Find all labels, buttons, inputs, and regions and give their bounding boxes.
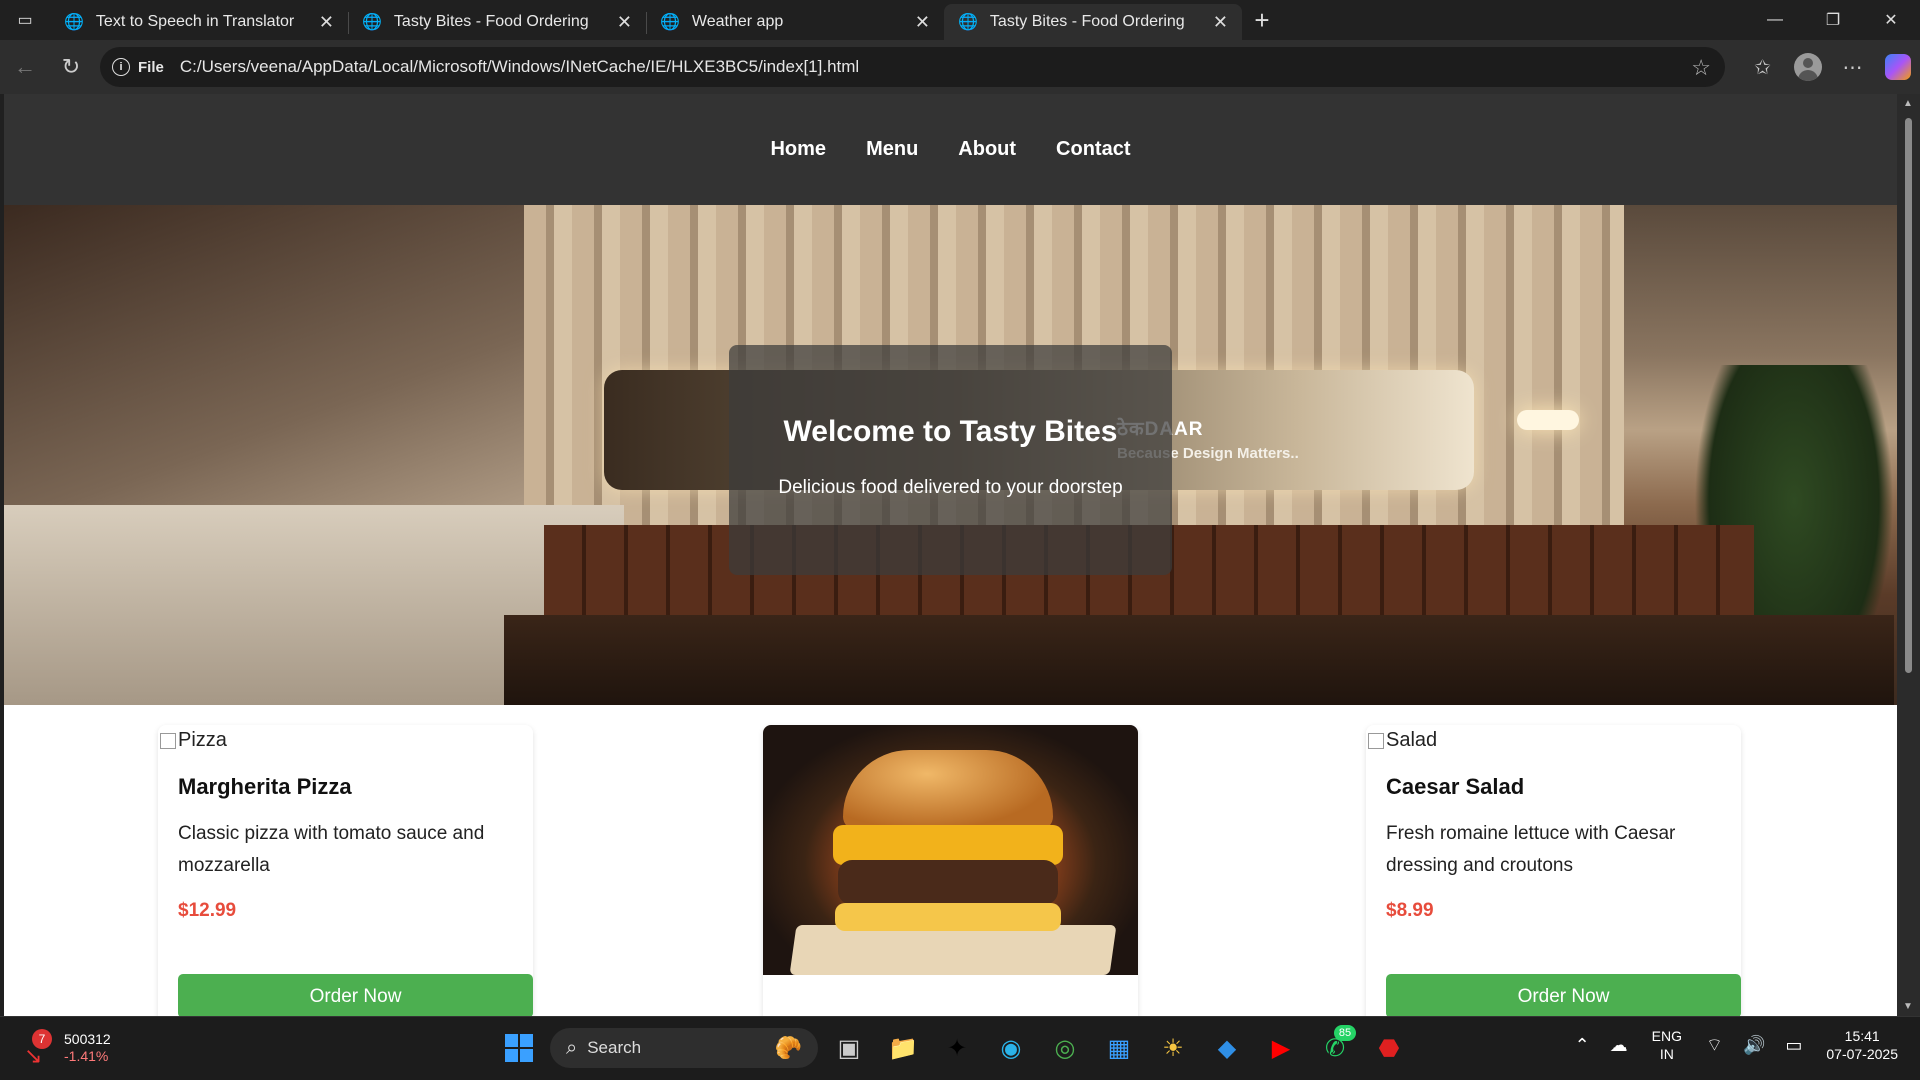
stock-value: 500312 [64,1031,111,1047]
taskbar: ↘ 7 500312 -1.41% ⌕ Search 🥐 ▣ 📁 ✦ ◉ ◎ ▦ ☀ ◆… [0,1016,1920,1080]
card-title: Caesar Salad [1386,774,1525,799]
search-icon: ⌕ [566,1036,578,1059]
back-icon[interactable]: ← [2,47,48,87]
address-bar-row: ← ↻ i File C:/Users/veena/AppData/Local/M… [0,40,1920,94]
card-price: $12.99 [178,900,237,921]
hero-subtitle: Delicious food delivered to your doorste… [778,477,1123,498]
tab-title: Tasty Bites - Food Ordering [989,13,1185,30]
url-text: C:/Users/veena/AppData/Local/Microsoft/W… [179,57,860,76]
start-button[interactable] [496,1025,542,1071]
language-indicator[interactable]: ENG IN [1652,1027,1682,1063]
broken-image: Salad [1366,725,1741,752]
menu-card-burger [763,725,1138,1016]
stock-badge: 7 [32,1029,52,1049]
taskbar-search[interactable]: ⌕ Search 🥐 [550,1028,818,1068]
broken-image: Pizza [158,725,533,752]
new-tab-button[interactable]: + [1242,0,1282,40]
info-icon: i [112,58,130,76]
minimize-icon[interactable]: ― [1746,0,1804,40]
wifi-icon[interactable]: ⌔ [1706,1034,1723,1057]
menu-card-pizza: Pizza Margherita Pizza Classic pizza wit… [158,725,533,1016]
card-description: Classic pizza with tomato sauce and mozz… [178,823,485,876]
scroll-down-icon[interactable]: ▼ [1903,1001,1913,1012]
card-price: $8.99 [1386,900,1434,921]
page-viewport: Home Menu About Contact ठेकDAAR Because … [4,94,1897,1016]
chevron-up-icon[interactable]: ⌃ [1575,1035,1590,1056]
order-now-button[interactable]: Order Now [178,974,533,1016]
tab-tasty-bites-active[interactable]: 🌐 Tasty Bites - Food Ordering ✕ [944,4,1242,40]
whatsapp-icon[interactable]: ✆ 85 [1312,1025,1358,1071]
close-tab-icon[interactable]: ✕ [915,12,930,33]
close-tab-icon[interactable]: ✕ [319,12,334,33]
volume-icon[interactable]: 🔊 [1743,1035,1765,1056]
close-window-icon[interactable]: ✕ [1862,0,1920,40]
avatar [1793,53,1822,81]
whatsapp-badge: 85 [1334,1025,1356,1041]
site-navbar: Home Menu About Contact [4,94,1897,205]
favorite-star-icon[interactable]: ☆ [1691,55,1711,81]
more-options-icon[interactable]: ⋯ [1830,47,1875,87]
nav-home[interactable]: Home [770,138,826,161]
burger-image [763,725,1138,975]
nav-menu[interactable]: Menu [866,138,918,161]
chrome-icon[interactable]: ◎ [1042,1025,1088,1071]
refresh-icon[interactable]: ↻ [48,47,94,87]
globe-icon: 🌐 [660,14,680,31]
browser-tab-bar: ▭ 🌐 Text to Speech in Translator ✕ 🌐 Tas… [0,0,1920,40]
weather-app-icon[interactable]: ☀ [1150,1025,1196,1071]
tab-actions-icon[interactable]: ▭ [0,0,50,40]
nav-about[interactable]: About [958,138,1016,161]
battery-icon[interactable]: ▭ [1785,1035,1802,1056]
tab-weather-app[interactable]: 🌐 Weather app ✕ [646,4,944,40]
close-tab-icon[interactable]: ✕ [617,12,632,33]
site-info[interactable]: i File [112,58,164,76]
url-field[interactable]: i File C:/Users/veena/AppData/Local/Micro… [100,47,1725,87]
stock-widget[interactable]: ↘ 7 500312 -1.41% [22,1029,111,1068]
tab-title: Text to Speech in Translator [95,13,295,30]
tab-title: Weather app [691,13,784,30]
acrobat-icon[interactable]: ⬣ [1366,1025,1412,1071]
system-tray: ⌃ ☁ ENG IN ⌔ 🔊 ▭ 15:41 07-07-2025 [1565,1027,1920,1063]
stock-change: -1.41% [64,1048,109,1064]
page-scrollbar[interactable]: ▲ ▼ [1897,94,1920,1016]
scroll-up-icon[interactable]: ▲ [1903,98,1913,109]
nav-contact[interactable]: Contact [1056,138,1130,161]
globe-icon: 🌐 [64,14,84,31]
restore-icon[interactable]: ❐ [1804,0,1862,40]
youtube-icon[interactable]: ▶ [1258,1025,1304,1071]
favorites-icon[interactable]: ✩ [1740,47,1785,87]
profile-button[interactable] [1785,47,1830,87]
vscode-icon[interactable]: ◆ [1204,1025,1250,1071]
tab-title: Tasty Bites - Food Ordering [393,13,589,30]
menu-card-salad: Salad Caesar Salad Fresh romaine lettuce… [1366,725,1741,1016]
close-tab-icon[interactable]: ✕ [1213,12,1228,33]
hero-overlay: Welcome to Tasty Bites Delicious food de… [729,345,1172,575]
copilot-icon[interactable] [1875,47,1920,87]
globe-icon: 🌐 [362,14,382,31]
card-title: Margherita Pizza [178,774,352,799]
globe-icon: 🌐 [958,14,978,31]
tab-text-to-speech[interactable]: 🌐 Text to Speech in Translator ✕ [50,4,349,40]
edge-icon[interactable]: ◉ [988,1025,1034,1071]
order-now-button[interactable]: Order Now [1386,974,1741,1016]
card-description: Fresh romaine lettuce with Caesar dressi… [1386,823,1676,876]
tab-tasty-bites-1[interactable]: 🌐 Tasty Bites - Food Ordering ✕ [348,4,647,40]
hero-title: Welcome to Tasty Bites [783,415,1118,448]
clock[interactable]: 15:41 07-07-2025 [1826,1027,1898,1063]
cloud-icon[interactable]: ☁ [1610,1035,1628,1056]
task-view-icon[interactable]: ▣ [826,1025,872,1071]
copilot-app-icon[interactable]: ✦ [934,1025,980,1071]
store-icon[interactable]: ▦ [1096,1025,1142,1071]
hero-section: ठेकDAAR Because Design Matters.. Welcome… [4,205,1897,705]
scroll-thumb[interactable] [1905,118,1912,673]
file-explorer-icon[interactable]: 📁 [880,1025,926,1071]
